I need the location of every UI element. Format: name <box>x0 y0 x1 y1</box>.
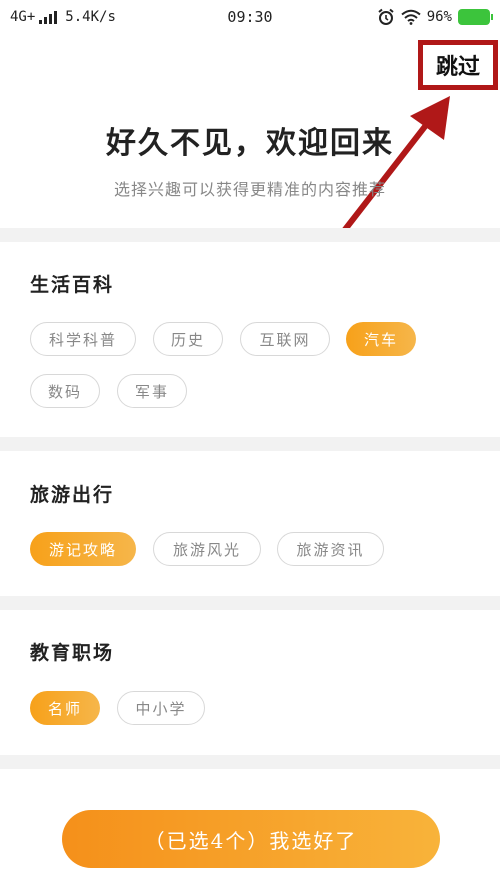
watermark: Bai经验 <box>437 865 490 881</box>
page-title: 好久不见，欢迎回来 <box>106 126 394 161</box>
section-title-life: 生活百科 <box>30 274 115 296</box>
battery-percent: 96% <box>426 9 452 25</box>
interest-chip-selected[interactable]: 名师 <box>30 691 100 725</box>
interest-chip[interactable]: 数码 <box>30 374 100 408</box>
interest-chip[interactable]: 旅游风光 <box>153 532 261 566</box>
interest-chip-selected[interactable]: 游记攻略 <box>30 532 136 566</box>
interest-chip[interactable]: 科学科普 <box>30 322 136 356</box>
confirm-button[interactable]: （已选4个）我选好了 <box>62 810 440 868</box>
battery-icon <box>458 9 493 25</box>
skip-button[interactable]: 跳过 <box>418 40 498 90</box>
alarm-icon <box>378 8 394 25</box>
network-speed: 5.4K/s <box>65 9 116 25</box>
interest-chip[interactable]: 中小学 <box>117 691 205 725</box>
status-bar: 4G+ 5.4K/s 09:30 96% <box>0 0 500 34</box>
interest-chip[interactable]: 互联网 <box>240 322 330 356</box>
interest-chip[interactable]: 历史 <box>153 322 223 356</box>
network-type: 4G+ <box>10 9 36 25</box>
interest-chip[interactable]: 军事 <box>117 374 187 408</box>
section-divider <box>0 755 500 769</box>
signal-icon <box>39 10 58 24</box>
section-divider <box>0 437 500 451</box>
interest-chip-selected[interactable]: 汽车 <box>346 322 416 356</box>
section-divider <box>0 228 500 242</box>
section-title-education: 教育职场 <box>30 642 115 664</box>
section-title-travel: 旅游出行 <box>30 484 115 506</box>
page-subtitle: 选择兴趣可以获得更精准的内容推荐 <box>113 180 386 199</box>
section-divider <box>0 596 500 610</box>
interest-chip[interactable]: 旅游资讯 <box>277 532 384 566</box>
wifi-icon <box>401 9 421 25</box>
